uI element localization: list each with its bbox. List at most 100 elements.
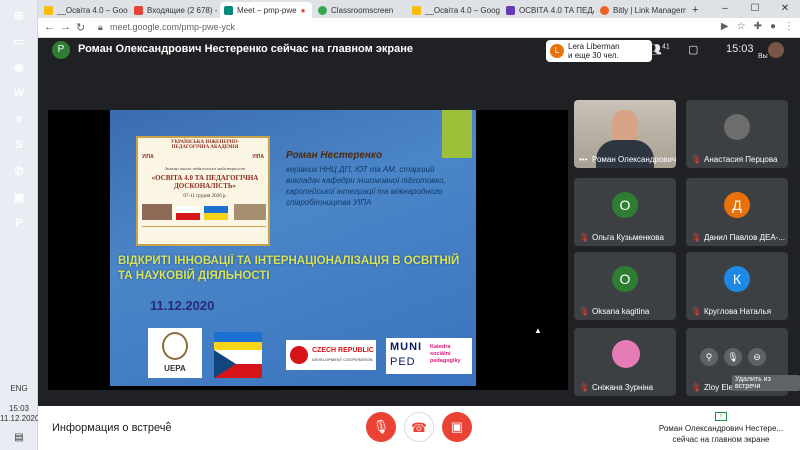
ukraine-flag-small [204, 206, 228, 220]
czech-flag-small [176, 206, 200, 220]
tile-hover-controls: ⚲ 🎙︎ ⊖ [700, 348, 766, 366]
taskbar-date: 11.12.2020 [0, 414, 40, 423]
poster-photo [142, 204, 172, 220]
pin-icon[interactable]: ⚲ [700, 348, 718, 366]
muni-ped-logo: MUNI PED Katedra sociální pedagogiky [386, 338, 472, 374]
profile-icon[interactable]: ● [770, 21, 776, 32]
lock-icon[interactable]: 🔒︎ [98, 22, 103, 33]
participant-avatar: К [724, 266, 750, 292]
self-avatar[interactable] [768, 42, 784, 58]
viber-icon[interactable]: ✆ [8, 160, 30, 182]
tab-osvita-doc[interactable]: __Освіта 4.0 – Goog [40, 2, 128, 18]
bitly-icon [600, 5, 609, 15]
participant-name: Данил Павлов ДЕА-... [704, 233, 786, 242]
reload-icon[interactable]: ↻ [76, 21, 85, 34]
uepa-logo: UEPA [148, 328, 202, 378]
recent-joiners-chip[interactable]: L Lera Liberman и еще 30 чел. [546, 40, 652, 62]
extensions-icon[interactable]: ✚ [754, 21, 762, 32]
chevron-up-icon[interactable]: ⌃ [164, 421, 172, 432]
poster-footer [142, 226, 266, 240]
participant-avatar: Д [724, 192, 750, 218]
file-explorer-icon[interactable]: ▭ [8, 30, 30, 52]
speaker-role: керівник ННЦ ДП, ЮТ та АМ, старший викла… [286, 165, 446, 207]
url-field[interactable]: meet.google.com/pmp-pwe-yck [110, 22, 235, 32]
meet-icon [224, 5, 233, 15]
start-icon[interactable]: ⊞ [8, 4, 30, 26]
participant-photo [724, 114, 750, 140]
participants-count: 41 [661, 43, 670, 51]
remove-participant-icon[interactable]: ⊖ [748, 348, 766, 366]
presenter-avatar: Р [52, 41, 70, 59]
tab-bitly[interactable]: Bitly | Link Managem [596, 2, 686, 18]
slide-date: 11.12.2020 [150, 298, 215, 313]
participant-tile[interactable]: O 🎙︎ Oksana kagitina [574, 252, 676, 320]
end-call-button[interactable]: ☎︎ [404, 412, 434, 442]
uepa-seal-icon [162, 332, 188, 360]
bookmark-star-icon[interactable]: ☆ [737, 21, 746, 32]
meeting-info-button[interactable]: Информация о встрече [52, 422, 172, 434]
word-icon[interactable]: W [8, 82, 30, 104]
tab-osvita-form[interactable]: ОСВІТА 4.0 ТА ПЕДАГ [502, 2, 594, 18]
notifications-icon[interactable]: ▤ [0, 432, 38, 443]
edge-icon[interactable]: e [8, 108, 30, 130]
close-icon[interactable]: ✕ [770, 0, 800, 18]
tab-meet[interactable]: Meet – pmp-pwe ● [220, 2, 312, 18]
mute-participant-icon[interactable]: 🎙︎ [724, 348, 742, 366]
tab-label: __Освіта 4.0 – Goog [57, 5, 128, 15]
tab-label: __Освіта 4.0 – Goog [425, 5, 500, 15]
address-bar: ← → ↻ 🔒︎ meet.google.com/pmp-pwe-yck ▶ ☆… [38, 18, 800, 38]
meet-top-bar: Р Роман Олександрович Нестеренко сейчас … [38, 38, 800, 64]
mic-off-icon: 🎙︎ [691, 233, 702, 242]
joiner-others: и еще 30 чел. [568, 51, 619, 60]
event-poster: УІПА УІПА УКРАЇНСЬКА ІНЖЕНЕРНО-ПЕДАГОГІЧ… [136, 136, 270, 246]
tab-osvita-doc-2[interactable]: __Освіта 4.0 – Goog [408, 2, 500, 18]
participant-tile[interactable]: 🎙︎ Анастасия Перцова [686, 100, 788, 168]
chat-icon[interactable]: ▢ [688, 43, 698, 56]
menu-icon[interactable]: ⋮ [784, 21, 794, 32]
participants-button[interactable]: 👥︎41 [648, 43, 670, 56]
browser-toolbar-icons: ▶ ☆ ✚ ● ⋮ [721, 21, 794, 32]
more-options-icon[interactable]: ••• [579, 155, 587, 164]
microphone-toggle-button[interactable]: 🎙︎ [366, 412, 396, 442]
self-label: Вы [758, 53, 768, 60]
participant-tile[interactable]: 🎙︎ Сніжана Зурніна [574, 328, 676, 396]
camera-toggle-button[interactable]: ▣ [442, 412, 472, 442]
input-language[interactable]: ENG [0, 384, 38, 393]
presenting-status-text: сейчас на главном экране [672, 435, 770, 444]
presenting-title: Роман Олександрович Нестеренко сейчас на… [78, 43, 413, 55]
participant-tile[interactable]: О 🎙︎ Ольга Кузьменкова [574, 178, 676, 246]
poster-title: «ОСВІТА 4.0 ТА ПЕДАГОГІЧНА ДОСКОНАЛІСТЬ» [151, 174, 259, 190]
new-tab-button[interactable]: + [688, 2, 702, 18]
participant-avatar: О [612, 192, 638, 218]
back-icon[interactable]: ← [44, 21, 55, 33]
participant-tile[interactable]: ••• Роман Олександрович... [574, 100, 676, 168]
participant-name: Сніжана Зурніна [592, 383, 654, 392]
powerpoint-icon[interactable]: P [8, 212, 30, 234]
participant-avatar: O [612, 266, 638, 292]
tab-classroomscreen[interactable]: Classroomscreen [314, 2, 406, 18]
camera-in-use-icon[interactable]: ▶ [721, 21, 729, 32]
participant-tile[interactable]: Д 🎙︎ Данил Павлов ДЕА-... [686, 178, 788, 246]
chrome-icon[interactable]: ◉ [8, 56, 30, 78]
meet-app: Р Роман Олександрович Нестеренко сейчас … [38, 38, 800, 450]
presenting-status-button[interactable]: ↑ Роман Олександрович Нестерe... сейчас … [648, 410, 794, 445]
poster-logo-left: УІПА [142, 154, 154, 160]
poster-dates: 07-11 грудня 2020 р. [183, 194, 227, 199]
czech-flag [214, 350, 262, 378]
maximize-icon[interactable]: ☐ [740, 0, 770, 18]
katedra-text: Katedra sociální pedagogiky [430, 344, 461, 364]
store-icon[interactable]: ▣ [8, 186, 30, 208]
forward-icon[interactable]: → [60, 21, 71, 33]
mic-off-icon: 🎙︎ [691, 383, 702, 392]
docs-icon [412, 5, 421, 15]
taskbar-time: 15:03 [8, 404, 30, 413]
mic-off-icon: 🎙︎ [691, 155, 702, 164]
tab-gmail[interactable]: Входящие (2 678) - E [130, 2, 218, 18]
minimize-icon[interactable]: – [710, 0, 740, 18]
participant-tile[interactable]: К 🎙︎ Круглова Наталья [686, 252, 788, 320]
tab-label: ОСВІТА 4.0 ТА ПЕДАГ [519, 5, 594, 15]
gmail-icon [134, 5, 143, 15]
participant-name: Анастасия Перцова [704, 155, 778, 164]
skype-icon[interactable]: S [8, 134, 30, 156]
czech-dev-mark-icon [290, 346, 308, 364]
